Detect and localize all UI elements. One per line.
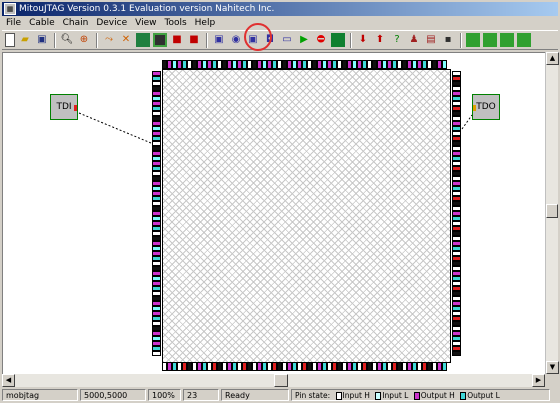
menu-tools[interactable]: Tools — [160, 16, 190, 30]
download-icon[interactable]: ⬇ — [356, 33, 370, 47]
device-icon[interactable] — [153, 33, 167, 47]
toolbar-separator — [96, 32, 98, 48]
remove-device-icon[interactable]: ■ — [187, 33, 201, 47]
toolbar: ▰ ▣ 🔍︎ ⊕ ⤳ ✕ ■ ■ ▣ ◉ ▣ ◘ ▭ ▶ ⛔︎ ⬇ ⬆ ? ♟ … — [2, 30, 558, 50]
vertical-scroll-thumb[interactable] — [546, 204, 558, 218]
device-core — [162, 69, 451, 363]
legend-output-h-swatch — [413, 392, 420, 400]
menu-bar: File Cable Chain Device View Tools Help — [2, 16, 558, 30]
legend-input-h-swatch — [335, 392, 342, 400]
chain-diagram-canvas[interactable]: TDI TDO — [2, 52, 545, 374]
toolbar-separator — [460, 32, 462, 48]
menu-device[interactable]: Device — [92, 16, 131, 30]
status-coords: 5000,5000 — [80, 389, 146, 401]
scroll-up-button[interactable]: ▲ — [546, 52, 559, 65]
legend-input-l-swatch — [375, 392, 382, 400]
legend-output-l-label: Output L — [467, 391, 500, 400]
fpga-device[interactable] — [150, 59, 463, 371]
menu-cable[interactable]: Cable — [25, 16, 59, 30]
horizontal-scroll-thumb[interactable] — [274, 374, 288, 387]
grid-icon-1[interactable] — [466, 33, 480, 47]
scroll-left-button[interactable]: ◀ — [2, 374, 15, 387]
open-folder-icon[interactable]: ▰ — [18, 33, 32, 47]
print-icon[interactable]: ▤ — [424, 33, 438, 47]
legend-input-l-label: Input L — [382, 391, 409, 400]
tdo-wire — [461, 114, 473, 130]
grid-icon-2[interactable] — [483, 33, 497, 47]
scroll-corner — [545, 374, 558, 387]
device-pin[interactable] — [452, 351, 461, 356]
zoom-fit-icon[interactable]: ⊕ — [77, 33, 91, 47]
grid-icon-4[interactable] — [517, 33, 531, 47]
disconnect-cable-icon[interactable]: ✕ — [119, 33, 133, 47]
status-zoom: 100% — [148, 389, 181, 401]
toolbar-separator — [54, 32, 56, 48]
save-icon[interactable]: ▣ — [35, 33, 49, 47]
pin-view-2-icon[interactable]: ◉ — [229, 33, 243, 47]
monitor-icon[interactable]: ▭ — [280, 33, 294, 47]
device-pin[interactable] — [152, 351, 161, 356]
chip-icon[interactable]: ▪ — [441, 33, 455, 47]
menu-chain[interactable]: Chain — [59, 16, 93, 30]
highlight-circle — [244, 23, 272, 51]
stop-icon[interactable]: ⛔︎ — [314, 33, 328, 47]
app-window: ▦ MitouJTAG Version 0.3.1 Evaluation ver… — [0, 0, 560, 403]
legend-input-h-label: Input H — [342, 391, 370, 400]
vertical-scrollbar[interactable]: ▲ ▼ — [545, 52, 559, 374]
status-bar: mobjtag 5000,5000 100% 23 Ready Pin stat… — [2, 388, 558, 402]
scroll-down-button[interactable]: ▼ — [546, 361, 559, 374]
device-pin[interactable] — [442, 362, 447, 371]
horizontal-scrollbar[interactable]: ◀ ▶ — [2, 374, 545, 387]
title-bar: ▦ MitouJTAG Version 0.3.1 Evaluation ver… — [2, 2, 558, 16]
grid-icon-3[interactable] — [500, 33, 514, 47]
window-title: MitouJTAG Version 0.3.1 Evaluation versi… — [19, 4, 275, 14]
add-device-icon[interactable]: ■ — [170, 33, 184, 47]
device-pin[interactable] — [442, 60, 447, 69]
status-state: Ready — [221, 389, 289, 401]
connect-cable-icon[interactable]: ⤳ — [102, 33, 116, 47]
sample-icon[interactable] — [331, 33, 345, 47]
pin-view-icon[interactable]: ▣ — [212, 33, 226, 47]
menu-view[interactable]: View — [131, 16, 160, 30]
zoom-icon[interactable]: 🔍︎ — [60, 33, 74, 47]
detect-chain-icon[interactable] — [136, 33, 150, 47]
new-file-icon[interactable] — [5, 33, 15, 47]
menu-help[interactable]: Help — [191, 16, 220, 30]
person-icon[interactable]: ♟ — [407, 33, 421, 47]
toolbar-separator — [206, 32, 208, 48]
app-icon[interactable]: ▦ — [4, 3, 16, 15]
run-icon[interactable]: ▶ — [297, 33, 311, 47]
legend-output-h-label: Output H — [420, 391, 455, 400]
upload-icon[interactable]: ⬆ — [373, 33, 387, 47]
scroll-right-button[interactable]: ▶ — [532, 374, 545, 387]
toolbar-separator — [350, 32, 352, 48]
help-icon[interactable]: ? — [390, 33, 404, 47]
menu-file[interactable]: File — [2, 16, 25, 30]
pin-state-label: Pin state: — [295, 391, 331, 400]
legend-output-l-swatch — [460, 392, 467, 400]
pin-state-legend: Pin state: Input H Input L Output H Outp… — [291, 389, 550, 401]
status-project: mobjtag — [2, 389, 78, 401]
status-count: 23 — [183, 389, 219, 401]
tdi-wire — [78, 112, 152, 144]
